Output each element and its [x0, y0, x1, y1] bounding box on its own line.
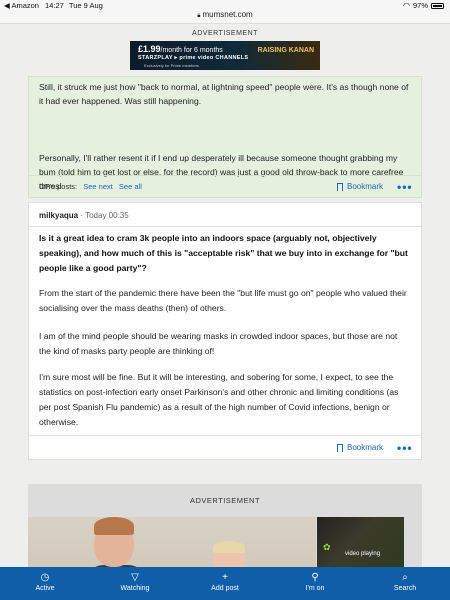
- tab-label: Search: [393, 585, 417, 592]
- back-to-app-link[interactable]: ◀ Amazon: [4, 1, 39, 10]
- status-left: ◀ Amazon 14:27 Tue 9 Aug: [4, 1, 103, 10]
- post-question: Is it a great idea to cram 3k people int…: [39, 233, 408, 273]
- advert-video-graphic: ✿: [323, 543, 331, 553]
- see-next-link[interactable]: See next: [83, 182, 113, 191]
- advert-price-value: £1.99: [138, 44, 161, 54]
- tab-label: Add post: [211, 585, 239, 592]
- post-paragraph: I am of the mind people should be wearin…: [39, 331, 398, 356]
- status-date: Tue 9 Aug: [68, 1, 103, 10]
- advert-price: £1.99/month for 6 months: [138, 44, 223, 54]
- post-footer: Bookmark •••: [29, 435, 421, 459]
- advert-image-figure: [94, 517, 134, 535]
- bottom-tab-bar: ◷ Active ▽ Watching + Add post ⚲ I'm on …: [0, 567, 450, 600]
- post-footer: OP's posts: See next See all Bookmark ••…: [29, 175, 421, 197]
- reply-post: milkyaqua · Today 00:35 Is it a great id…: [28, 202, 422, 460]
- bookmark-icon: [337, 443, 343, 452]
- url-bar[interactable]: 🔒︎ mumsnet.com: [0, 10, 450, 24]
- search-icon: ⌕: [402, 572, 408, 583]
- battery-icon: [431, 2, 444, 9]
- tab-label: Watching: [120, 585, 150, 592]
- bookmark-label: Bookmark: [347, 443, 384, 452]
- advert-image-figure: [213, 541, 245, 553]
- battery-percent: 97%: [412, 1, 428, 10]
- tab-watching[interactable]: ▽ Watching: [95, 567, 175, 600]
- advert-brand: STARZPLAY ▸ prime video CHANNELS: [138, 55, 249, 61]
- status-time: 14:27: [45, 1, 64, 10]
- post-timestamp: · Today 00:35: [78, 211, 129, 220]
- op-post: Still, it struck me just how "back to no…: [28, 76, 422, 198]
- post-paragraph: I'm sure most will be fine. But it will …: [39, 372, 399, 427]
- status-right: ◠ 97%: [403, 1, 444, 10]
- bookmark-button[interactable]: Bookmark: [337, 443, 383, 452]
- bookmark-button[interactable]: Bookmark: [337, 182, 383, 191]
- tab-label: I'm on: [305, 585, 325, 592]
- post-divider: [29, 226, 421, 227]
- pin-icon: ⚲: [311, 572, 319, 583]
- advert-show-title: RAISING KANAN: [257, 47, 314, 54]
- post-paragraph: From the start of the pandemic there hav…: [39, 288, 407, 313]
- op-posts-nav: OP's posts: See next See all: [39, 182, 142, 191]
- op-posts-label: OP's posts:: [39, 182, 78, 191]
- post-author-line: milkyaqua · Today 00:35: [39, 211, 129, 220]
- wifi-icon: ◠: [403, 1, 410, 10]
- more-options-icon[interactable]: •••: [397, 180, 413, 194]
- tab-add-post[interactable]: + Add post: [185, 567, 265, 600]
- bookmark-icon: [337, 182, 343, 191]
- tab-search[interactable]: ⌕ Search: [365, 567, 445, 600]
- url-domain: mumsnet.com: [202, 10, 253, 19]
- post-author[interactable]: milkyaqua: [39, 211, 78, 220]
- tab-label: Active: [35, 585, 55, 592]
- clock-icon: ◷: [40, 572, 50, 583]
- advert-exclusive-text: Exclusively for Prime members: [144, 63, 199, 68]
- advert-banner[interactable]: £1.99/month for 6 months STARZPLAY ▸ pri…: [130, 41, 320, 70]
- post-paragraph: Still, it struck me just how "back to no…: [39, 82, 409, 106]
- lock-icon: 🔒︎: [197, 13, 201, 19]
- advert-label: ADVERTISEMENT: [189, 496, 261, 505]
- video-playing-label: video playing: [345, 551, 381, 557]
- filter-icon: ▽: [131, 572, 139, 583]
- more-options-icon[interactable]: •••: [397, 441, 413, 455]
- tab-active[interactable]: ◷ Active: [5, 567, 85, 600]
- advert-label: ADVERTISEMENT: [192, 30, 258, 37]
- bookmark-label: Bookmark: [347, 182, 384, 191]
- advert-top: ADVERTISEMENT £1.99/month for 6 months S…: [0, 24, 450, 76]
- status-bar: ◀ Amazon 14:27 Tue 9 Aug ◠ 97%: [0, 0, 450, 10]
- see-all-link[interactable]: See all: [119, 182, 142, 191]
- plus-icon: +: [222, 572, 228, 583]
- advert-price-suffix: /month for 6 months: [160, 47, 223, 54]
- tab-im-on[interactable]: ⚲ I'm on: [275, 567, 355, 600]
